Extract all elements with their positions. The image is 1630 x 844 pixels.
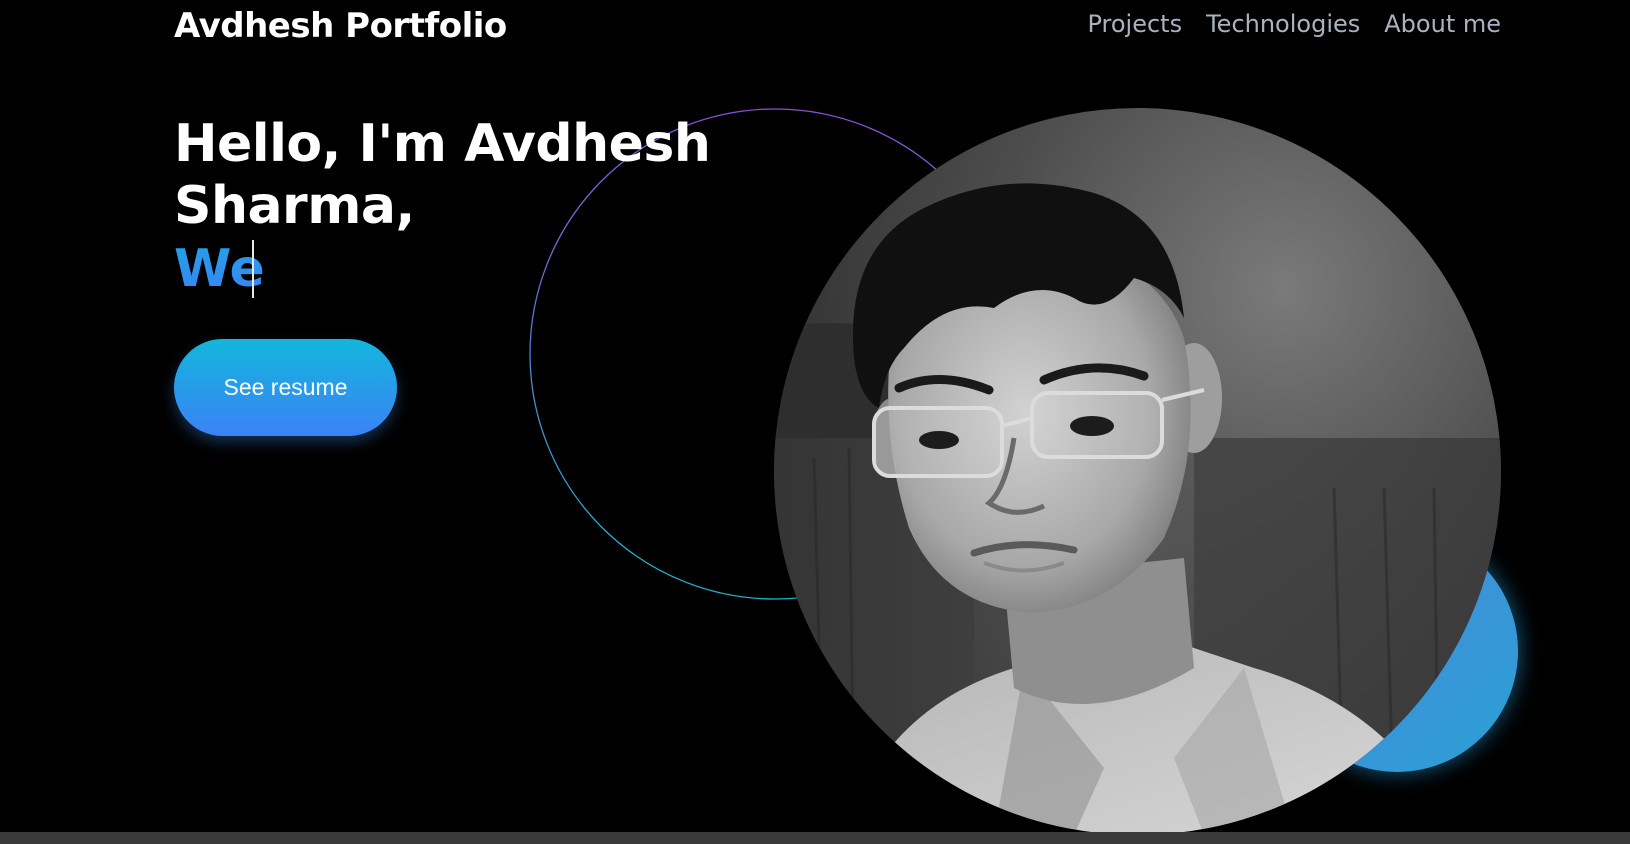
hero-heading-line-2: Sharma, [174,176,415,236]
nav-link-projects[interactable]: Projects [1087,10,1182,38]
nav-link-technologies[interactable]: Technologies [1206,10,1360,38]
profile-photo [774,108,1501,835]
see-resume-button[interactable]: See resume [174,339,397,436]
profile-portrait-illustration [774,108,1501,835]
hero-heading-line-1: Hello, I'm Avdhesh [174,114,711,174]
hero-heading: Hello, I'm Avdhesh Sharma, [174,113,711,237]
horizontal-scrollbar[interactable] [0,832,1630,844]
portfolio-page: Avdhesh Portfolio Projects Technologies … [0,0,1630,844]
nav-link-about-me[interactable]: About me [1384,10,1501,38]
typewriter-cursor [252,240,254,298]
brand-logo-text[interactable]: Avdhesh Portfolio [174,6,507,46]
top-nav: Projects Technologies About me [1087,10,1501,38]
